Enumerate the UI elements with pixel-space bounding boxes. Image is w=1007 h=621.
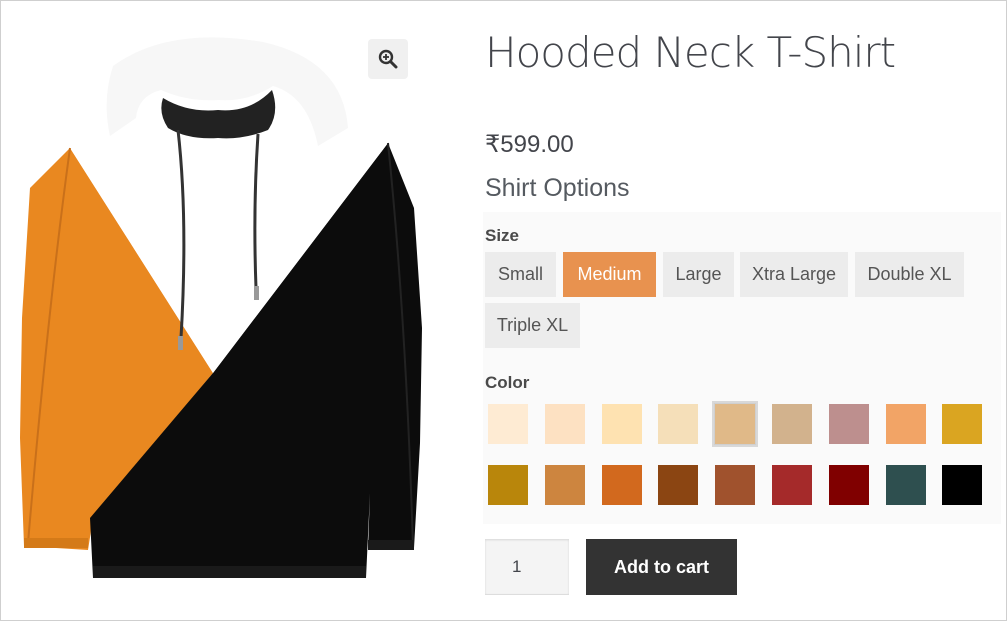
color-chip (828, 404, 869, 444)
color-swatch[interactable] (712, 401, 759, 447)
color-chip (885, 404, 926, 444)
color-chip (715, 465, 756, 505)
product-image[interactable] (18, 18, 438, 600)
product-title: Hooded Neck T-Shirt (485, 28, 896, 77)
size-option[interactable]: Small (485, 252, 556, 297)
color-chip (942, 465, 983, 505)
color-swatch[interactable] (826, 462, 872, 508)
color-swatch[interactable] (769, 401, 815, 447)
zoom-button[interactable] (368, 39, 408, 79)
color-swatch[interactable] (712, 462, 758, 508)
size-option[interactable]: Triple XL (485, 303, 580, 348)
color-chip (544, 404, 585, 444)
color-label: Color (485, 373, 530, 392)
color-swatch[interactable] (542, 462, 588, 508)
color-chip (488, 465, 528, 505)
color-swatch[interactable] (883, 462, 929, 508)
product-price: ₹599.00 (485, 131, 574, 158)
color-chip (772, 465, 812, 505)
color-swatch[interactable] (485, 462, 531, 508)
color-chip (544, 465, 585, 505)
color-chip (772, 404, 812, 444)
color-swatch[interactable] (939, 401, 985, 447)
color-chip (488, 404, 528, 444)
options-title: Shirt Options (485, 174, 630, 202)
color-chip (601, 465, 642, 505)
color-swatch[interactable] (485, 401, 531, 447)
color-chip (601, 404, 642, 444)
size-option[interactable]: Double XL (855, 252, 964, 297)
color-swatch[interactable] (883, 401, 929, 447)
magnifier-plus-icon (378, 49, 398, 69)
color-swatch[interactable] (599, 401, 645, 447)
color-chip (658, 465, 699, 505)
color-chip (885, 465, 926, 505)
color-chip (715, 404, 756, 444)
color-swatch[interactable] (599, 462, 645, 508)
size-option[interactable]: Medium (563, 252, 656, 297)
color-swatch[interactable] (939, 462, 985, 508)
color-chip (828, 465, 869, 505)
color-chip (942, 404, 983, 444)
size-option[interactable]: Large (663, 252, 734, 297)
hoodie-illustration (20, 37, 422, 578)
color-chip (658, 404, 699, 444)
color-swatch[interactable] (826, 401, 872, 447)
quantity-input[interactable] (485, 539, 569, 595)
color-swatch[interactable] (655, 462, 701, 508)
color-swatch[interactable] (655, 401, 701, 447)
size-option[interactable]: Xtra Large (740, 252, 848, 297)
color-swatch[interactable] (769, 462, 815, 508)
add-to-cart-button[interactable]: Add to cart (586, 539, 737, 595)
color-swatch[interactable] (542, 401, 588, 447)
size-label: Size (485, 226, 520, 245)
